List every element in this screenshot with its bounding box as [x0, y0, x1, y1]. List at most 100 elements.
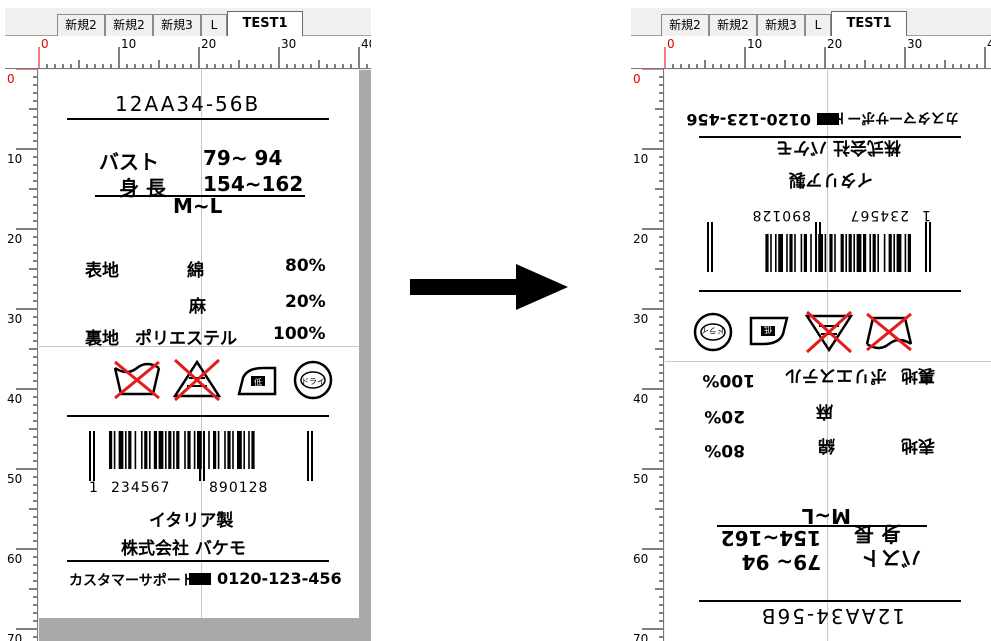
barcode-guard-bar: [925, 222, 927, 272]
barcode-bar: [845, 234, 847, 272]
barcode-guard-bar: [707, 222, 709, 272]
ruler-label: 70: [7, 632, 22, 641]
ruler-label: 0: [633, 72, 641, 86]
barcode-bar: [109, 431, 113, 469]
barcode-bar: [193, 431, 196, 469]
barcode-guard-bar: [311, 431, 313, 481]
barcode-bar: [863, 234, 867, 272]
label-sheet: 12AA34-56B バスト 79~ 94 身 長 154~162 M~L 表地…: [39, 70, 359, 618]
dry-clean-icon: ドライ: [693, 312, 733, 352]
free-dial-icon: [189, 573, 211, 585]
tab-l[interactable]: L: [201, 14, 227, 36]
barcode-bar: [208, 431, 210, 469]
barcode-guard-bar: [819, 222, 821, 272]
support-label: カスタマーサポート: [69, 573, 195, 589]
material-percent-1: 80%: [285, 256, 326, 276]
barcode-bar: [770, 234, 772, 272]
barcode-bar: [243, 431, 245, 469]
ruler-horizontal: 0 10 20 30 40: [5, 36, 371, 69]
material-part-1: 表地: [901, 435, 935, 455]
barcode-bar: [134, 431, 137, 469]
divider-line: [67, 118, 329, 120]
barcode-bar: [834, 234, 836, 272]
barcode-bar: [187, 431, 191, 469]
tab-new2-a[interactable]: 新規2: [57, 14, 105, 36]
barcode-digit-lead: 1: [922, 207, 931, 223]
ruler-label: 30: [907, 37, 922, 51]
barcode-bar: [168, 431, 172, 469]
company-name: 株式会社 バケモ: [776, 137, 901, 157]
tab-new2-b[interactable]: 新規2: [709, 14, 757, 36]
product-code: 12AA34-56B: [759, 604, 905, 628]
material-part-1: 表地: [85, 261, 119, 281]
barcode-bar: [176, 431, 180, 469]
barcode-digits-right: 890128: [209, 480, 269, 496]
barcode-bar: [800, 234, 803, 272]
tab-test1[interactable]: TEST1: [227, 11, 303, 37]
no-bleach-icon: [172, 358, 222, 402]
material-fiber-1: 綿: [187, 261, 204, 281]
barcode-guard-bar: [199, 431, 201, 481]
phone-number: 0120-123-456: [686, 110, 811, 129]
material-percent-2: 20%: [285, 292, 326, 312]
label-editor-before: 新規2 新規2 新規3 L TEST1 0 10 20 30 40 0 10 20 30 40 5…: [5, 8, 371, 641]
ruler-label: 40: [361, 37, 371, 51]
ruler-label: 40: [987, 37, 991, 51]
phone-number: 0120-123-456: [217, 569, 342, 588]
company-name: 株式会社 バケモ: [121, 539, 246, 559]
dry-clean-icon: ドライ: [293, 360, 333, 400]
ruler-label: 30: [281, 37, 296, 51]
tab-new2-b[interactable]: 新規2: [105, 14, 153, 36]
barcode-bar: [893, 234, 895, 272]
barcode-bar: [877, 234, 879, 272]
barcode-bar: [789, 234, 793, 272]
tab-test1[interactable]: TEST1: [831, 11, 907, 37]
bust-range: 79~ 94: [203, 146, 283, 170]
dry-clean-text: ドライ: [701, 326, 725, 335]
barcode: [89, 431, 313, 481]
barcode-bar: [848, 234, 852, 272]
dry-clean-text: ドライ: [301, 377, 325, 386]
barcode-bar: [113, 431, 116, 469]
barcode-bar: [141, 431, 143, 469]
iron-low-icon: 低: [237, 366, 277, 396]
ruler-vertical: 0 10 20 30 40 50 60 70: [631, 69, 664, 641]
ruler-label: 70: [633, 632, 648, 641]
transform-arrow-icon: [410, 264, 568, 310]
support-label: カスタマーサポート: [833, 109, 959, 125]
center-guide-horizontal: [665, 361, 991, 362]
barcode-bar: [869, 234, 871, 272]
barcode-bar: [125, 431, 127, 469]
barcode-bar: [765, 234, 769, 272]
barcode-bar: [853, 234, 855, 272]
barcode-bar: [907, 234, 911, 272]
material-percent-3: 100%: [702, 370, 755, 390]
barcode-digits-right: 890128: [751, 207, 811, 223]
ruler-label: 10: [633, 152, 648, 166]
ruler-label: 20: [7, 232, 22, 246]
tab-new2-a[interactable]: 新規2: [661, 14, 709, 36]
height-range: 154~162: [720, 526, 821, 550]
ruler-label: 0: [7, 72, 15, 86]
barcode-bar: [173, 431, 175, 469]
barcode-digits-left: 234567: [111, 480, 171, 496]
barcode-bar: [213, 431, 217, 469]
tab-l[interactable]: L: [805, 14, 831, 36]
barcode-bar: [237, 431, 242, 469]
ruler-label: 40: [633, 392, 648, 406]
barcode-bar: [883, 234, 886, 272]
material-fiber-1: 綿: [818, 435, 835, 455]
barcode-bar: [778, 234, 783, 272]
label-editor-after: 新規2 新規2 新規3 L TEST1 0 10 20 30 40 0 10 20 30 40 5…: [631, 8, 991, 641]
barcode-bar: [810, 234, 812, 272]
ruler-label: 60: [7, 552, 22, 566]
barcode-guard-bar: [815, 222, 817, 272]
barcode-guard-bar: [89, 431, 91, 481]
tab-new3[interactable]: 新規3: [757, 14, 805, 36]
barcode-bar: [888, 234, 892, 272]
ruler-label: 20: [633, 232, 648, 246]
label-sheet-rotated: 12AA34-56B バスト 79~ 94 身 長 154~162 M~L 表地…: [665, 70, 991, 641]
tab-new3[interactable]: 新規3: [153, 14, 201, 36]
barcode-bar: [872, 234, 876, 272]
barcode-guard-bar: [307, 431, 309, 481]
